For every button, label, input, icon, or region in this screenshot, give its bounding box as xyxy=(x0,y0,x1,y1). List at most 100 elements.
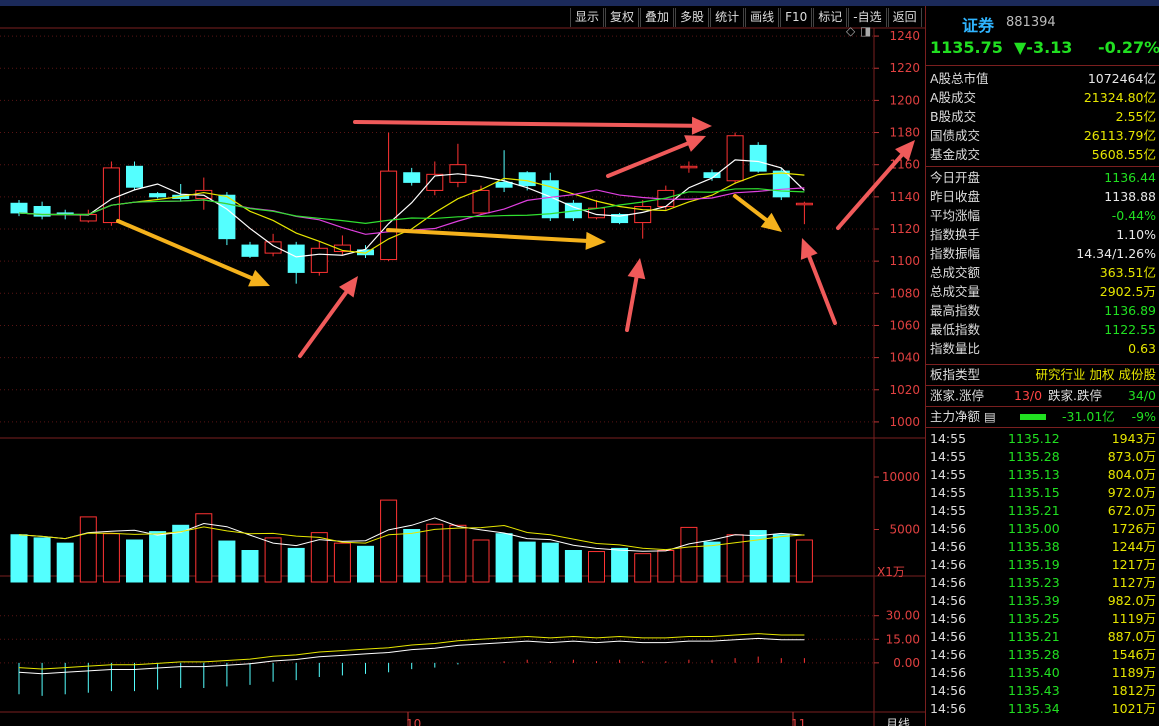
candle-body xyxy=(726,135,744,182)
toolbar-button-3[interactable]: 多股 xyxy=(675,8,710,27)
stat-row: 今日开盘 1136.44 xyxy=(928,169,1158,187)
stat-label: 最低指数 xyxy=(930,322,981,337)
stat-label: 总成交量 xyxy=(930,284,981,299)
stat-label: 指数换手 xyxy=(930,227,981,242)
tick-row: 14:56 1135.19 1217万 xyxy=(928,556,1158,574)
red-arrow xyxy=(353,120,695,128)
tick-volume: 1217万 xyxy=(1111,557,1156,572)
tick-time: 14:56 xyxy=(930,557,967,572)
tick-row: 14:56 1135.23 1127万 xyxy=(928,574,1158,592)
tick-price: 1135.28 xyxy=(1008,647,1060,662)
tick-volume: 982.0万 xyxy=(1107,593,1156,608)
toolbar-button-9[interactable]: 返回 xyxy=(887,8,922,27)
stat-value: 0.63 xyxy=(1128,341,1156,356)
yellow-arrow xyxy=(386,228,589,243)
candle-body xyxy=(10,202,28,214)
stat-value: 5608.55亿 xyxy=(1091,147,1156,162)
tick-row: 14:56 1135.25 1119万 xyxy=(928,610,1158,628)
tick-price: 1135.21 xyxy=(1008,629,1060,644)
tick-price: 1135.23 xyxy=(1008,575,1060,590)
tick-volume: 1119万 xyxy=(1111,611,1156,626)
red-arrow xyxy=(606,141,690,178)
tick-time: 14:55 xyxy=(930,485,967,500)
toolbar-button-2[interactable]: 叠加 xyxy=(640,8,675,27)
volume-bar xyxy=(172,524,190,583)
divider xyxy=(926,166,1159,167)
toolbar-button-4[interactable]: 统计 xyxy=(710,8,745,27)
date-label: 10 xyxy=(406,717,421,726)
stat-label: A股总市值 xyxy=(930,71,989,86)
red-arrow xyxy=(625,275,639,332)
volume-bar xyxy=(657,550,675,583)
toolbar-button-1[interactable]: 复权 xyxy=(605,8,640,27)
yellow-arrow xyxy=(733,194,769,222)
volume-bar xyxy=(564,550,582,583)
stat-row: A股总市值 1072464亿 xyxy=(928,70,1158,88)
main-flow-value: -31.01亿 xyxy=(1062,409,1115,424)
price-tick-label: 1200 xyxy=(889,93,920,107)
stat-row: 最低指数 1122.55 xyxy=(928,321,1158,339)
tick-volume: 873.0万 xyxy=(1107,449,1156,464)
toolbar-button-0[interactable]: 显示 xyxy=(570,8,605,27)
candle-body xyxy=(218,194,236,240)
price-change: ▼-3.13 xyxy=(1014,38,1073,57)
stat-value: 26113.79亿 xyxy=(1083,128,1156,143)
divider xyxy=(926,385,1159,386)
kline-chart[interactable]: 1240122012001180116011401120110010801060… xyxy=(0,6,925,726)
tick-row: 14:56 1135.34 1021万 xyxy=(928,700,1158,718)
tick-volume: 1127万 xyxy=(1111,575,1156,590)
red-arrow xyxy=(298,290,349,358)
tick-time: 14:56 xyxy=(930,593,967,608)
tick-price: 1135.28 xyxy=(1008,449,1060,464)
tick-time: 14:56 xyxy=(930,701,967,716)
toolbar-button-8[interactable]: -自选 xyxy=(848,8,887,27)
current-price: 1135.75 xyxy=(930,38,1003,57)
price-tick-label: 1220 xyxy=(889,61,920,75)
stat-value: 1.10% xyxy=(1116,227,1156,242)
volume-bar xyxy=(79,516,97,583)
divider xyxy=(926,364,1159,365)
panel-title: 证券 xyxy=(962,16,995,35)
volume-bar xyxy=(102,533,120,583)
volume-bar xyxy=(264,537,282,583)
toolbar-button-6[interactable]: F10 xyxy=(780,8,813,27)
volume-bar xyxy=(772,534,790,583)
price-tick-label: 1140 xyxy=(889,190,920,204)
macd-tick-label: 0.00 xyxy=(893,656,920,670)
tick-time: 14:56 xyxy=(930,539,967,554)
tick-price: 1135.12 xyxy=(1008,431,1060,446)
board-type-value: 研究行业 加权 成份股 xyxy=(1035,367,1156,382)
price-tick-label: 1240 xyxy=(889,29,920,43)
tick-volume: 972.0万 xyxy=(1107,485,1156,500)
chart-toolbar: 显示 复权 叠加 多股 统计 画线 F10 标记 -自选 返回 xyxy=(570,8,923,28)
date-label: 11 xyxy=(791,717,806,726)
volume-bar xyxy=(749,530,767,583)
tick-row: 14:56 1135.39 982.0万 xyxy=(928,592,1158,610)
tick-volume: 1812万 xyxy=(1111,683,1156,698)
candle-body xyxy=(472,189,490,214)
stat-value: 1136.89 xyxy=(1104,303,1156,318)
stat-label: 国债成交 xyxy=(930,128,981,143)
macd-tick-label: 30.00 xyxy=(886,609,920,623)
main-flow-bar xyxy=(1020,414,1046,420)
price-tick-label: 1100 xyxy=(889,254,920,268)
limit-row: 涨家.涨停 13/0 跌家.跌停 34/0 xyxy=(928,387,1158,405)
volume-bar xyxy=(680,526,698,583)
tick-row: 14:55 1135.21 672.0万 xyxy=(928,502,1158,520)
limit-down-value: 34/0 xyxy=(1127,388,1156,403)
stat-label: 今日开盘 xyxy=(930,170,981,185)
stat-label: A股成交 xyxy=(930,90,977,105)
tick-price: 1135.40 xyxy=(1008,665,1060,680)
volume-bar xyxy=(357,545,374,583)
volume-bar xyxy=(241,550,259,583)
volume-bar xyxy=(380,499,398,583)
stat-value: 1136.44 xyxy=(1104,170,1156,185)
price-tick-label: 1020 xyxy=(889,383,920,397)
candle-body xyxy=(680,165,698,169)
price-tick-label: 1080 xyxy=(889,286,920,300)
stat-label: 指数量比 xyxy=(930,341,981,356)
volume-bar xyxy=(703,541,721,583)
candle-body xyxy=(518,172,536,187)
toolbar-button-5[interactable]: 画线 xyxy=(745,8,780,27)
toolbar-button-7[interactable]: 标记 xyxy=(813,8,848,27)
